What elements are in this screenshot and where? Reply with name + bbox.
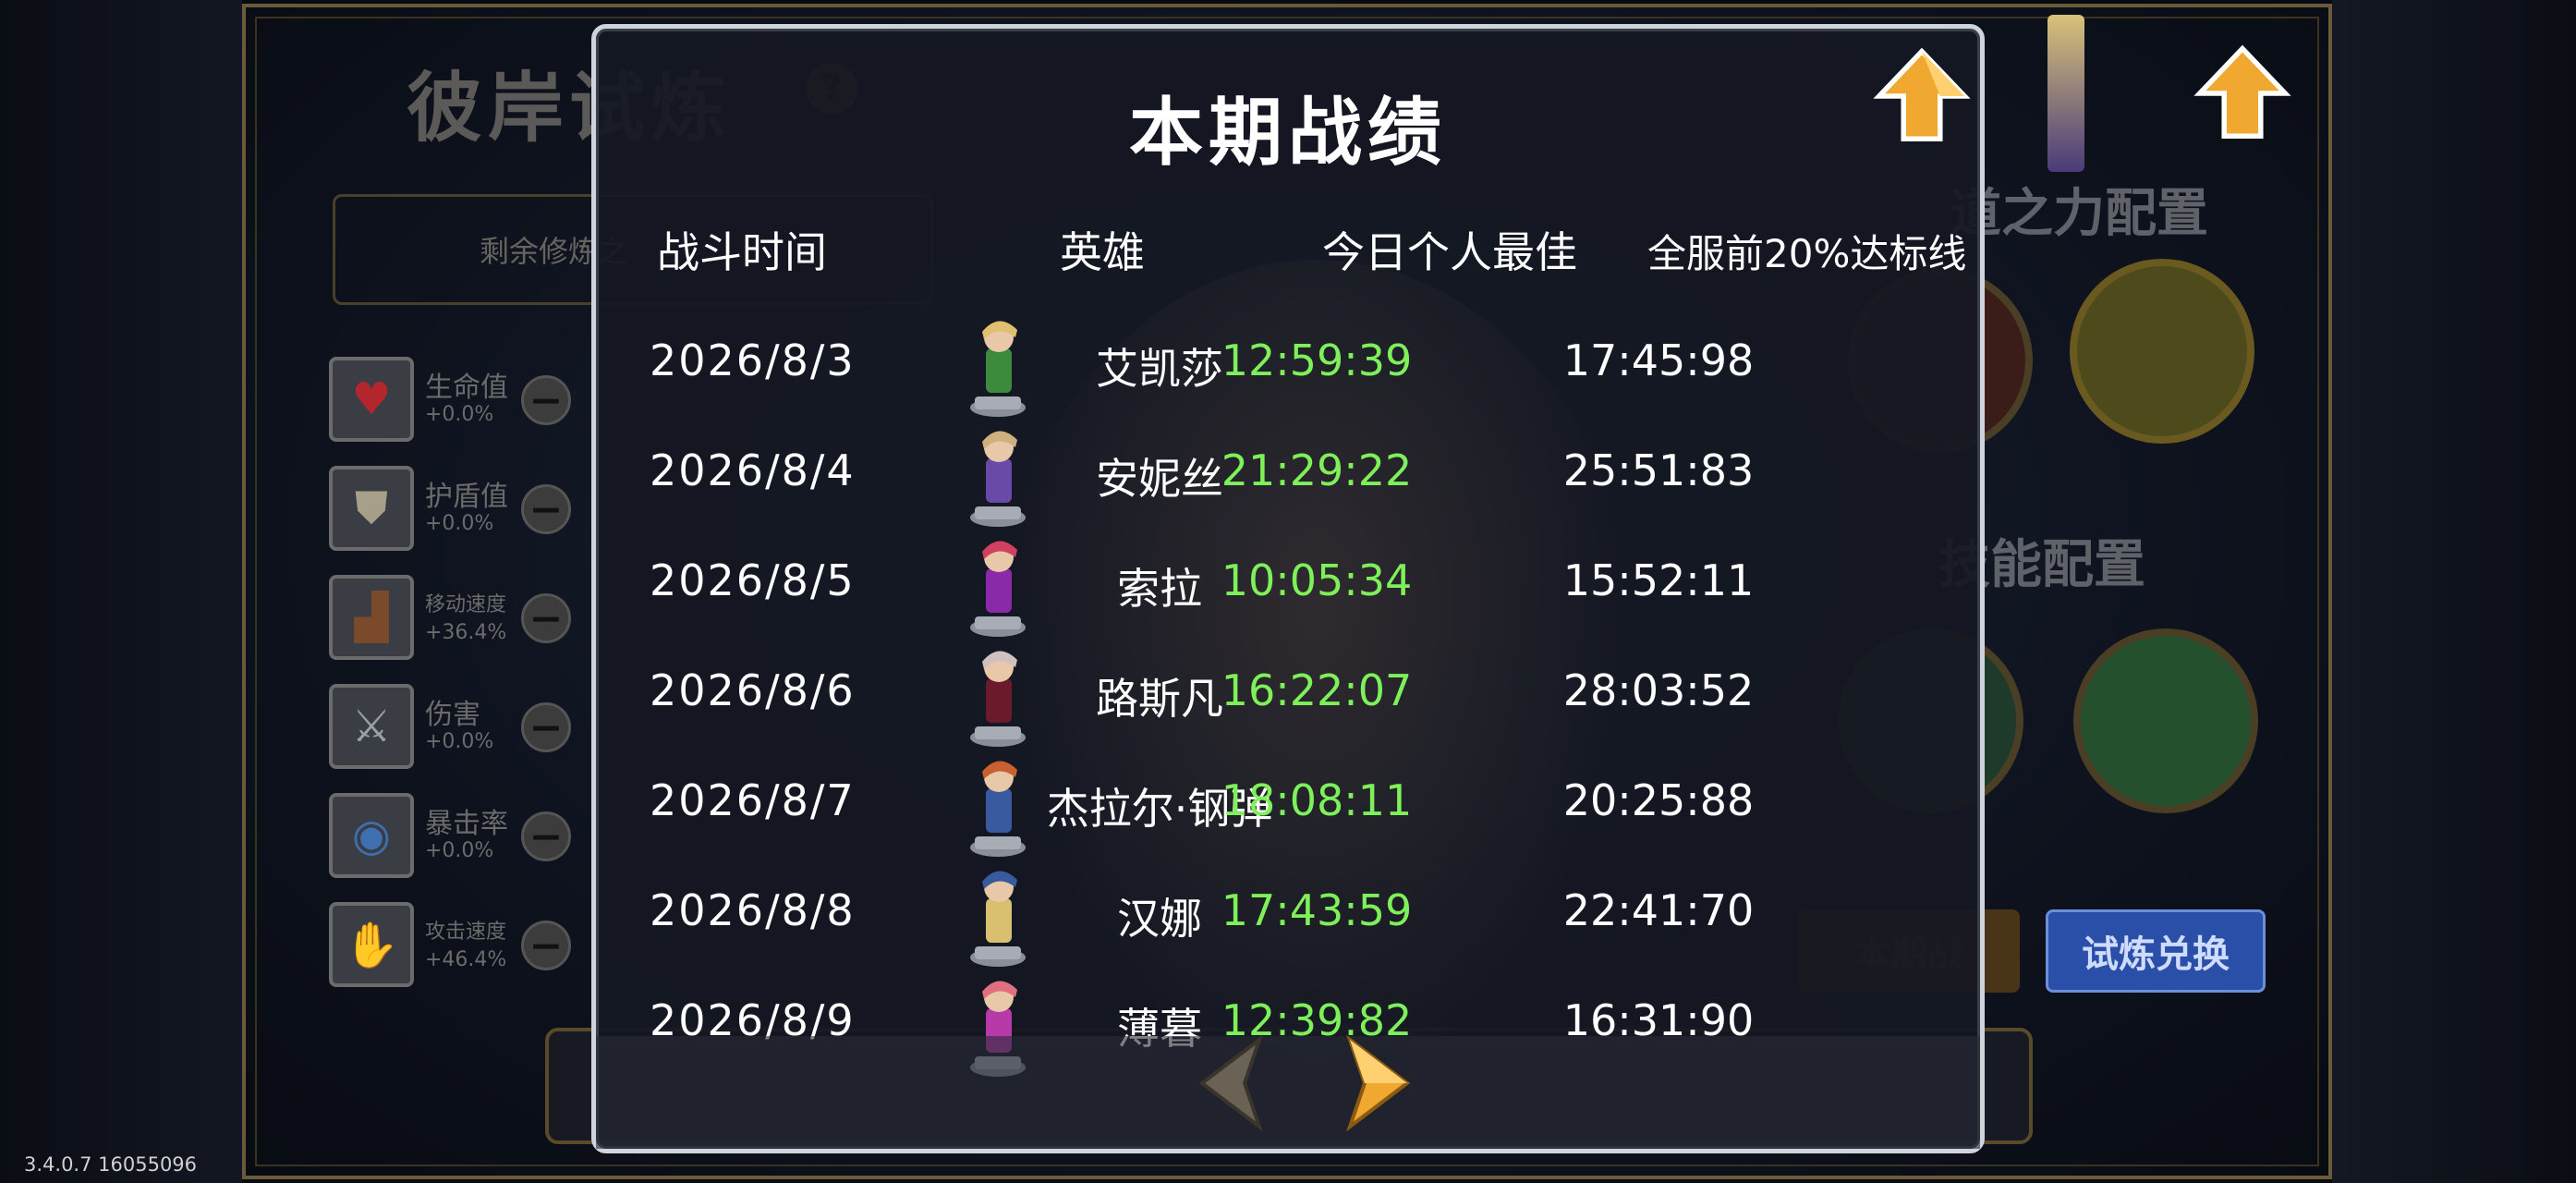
table-row: 2026/8/4 安妮丝 21:29:22 25:51:83 <box>596 421 1980 531</box>
stat-attack-speed: ✋ 攻击速度 +46.4% − <box>329 902 606 993</box>
stat-shield: ⛊ 护盾值 +0.0% − <box>329 466 606 556</box>
minus-crit-button[interactable]: − <box>521 811 571 861</box>
row-line-time: 15:52:11 <box>1562 555 1755 605</box>
row-line-time: 25:51:83 <box>1562 445 1755 495</box>
dialog-title: 本期战绩 <box>1129 90 1447 176</box>
upgrade-arrow-icon[interactable] <box>2192 43 2293 144</box>
stat-damage: ⚔ 伤害 +0.0% − <box>329 684 606 774</box>
eye-icon: ◉ <box>329 793 414 878</box>
skill-slot-right[interactable] <box>2073 628 2258 813</box>
row-date: 2026/8/6 <box>650 665 856 715</box>
minus-hp-button[interactable]: − <box>521 375 571 425</box>
row-best-time: 10:05:34 <box>1221 555 1413 605</box>
row-best-time: 12:59:39 <box>1221 335 1413 385</box>
row-best-time: 18:08:11 <box>1221 775 1413 825</box>
table-row: 2026/8/6 路斯凡 16:22:07 28:03:52 <box>596 641 1980 750</box>
period-record-dialog: 本期战绩 战斗时间 英雄 今日个人最佳 全服前20%达标线 2026/8/3 艾凯… <box>591 24 1985 1153</box>
power-slot-right[interactable] <box>2070 259 2254 444</box>
table-row: 2026/8/3 艾凯莎 12:59:39 17:45:98 <box>596 311 1980 421</box>
header-hero: 英雄 <box>1060 227 1145 277</box>
row-line-time: 28:03:52 <box>1562 665 1755 715</box>
glove-icon: ✋ <box>329 902 414 987</box>
table-row: 2026/8/7 杰拉尔·钢弹 18:08:11 20:25:88 <box>596 751 1980 860</box>
trial-exchange-button[interactable]: 试炼兑换 <box>2046 909 2266 993</box>
right-backdrop <box>2332 0 2576 1183</box>
row-line-time: 20:25:88 <box>1562 775 1755 825</box>
table-row: 2026/8/5 索拉 10:05:34 15:52:11 <box>596 531 1980 640</box>
row-date: 2026/8/3 <box>650 335 856 385</box>
sword-banner-icon <box>2047 15 2084 172</box>
sword-icon: ⚔ <box>329 684 414 769</box>
power-config-title: 道之力配置 <box>1950 184 2208 244</box>
header-best: 今日个人最佳 <box>1322 227 1577 277</box>
minus-shield-button[interactable]: − <box>521 484 571 534</box>
stat-hp: ♥ 生命值 +0.0% − <box>329 357 606 447</box>
minus-damage-button[interactable]: − <box>521 702 571 752</box>
prev-page-icon[interactable] <box>1185 1032 1278 1134</box>
stat-speed: ▟ 移动速度 +36.4% − <box>329 575 606 665</box>
heart-icon: ♥ <box>329 357 414 442</box>
row-line-time: 22:41:70 <box>1562 885 1755 935</box>
row-date: 2026/8/4 <box>650 445 856 495</box>
boot-icon: ▟ <box>329 575 414 660</box>
next-page-icon[interactable] <box>1331 1032 1424 1134</box>
pager-bar <box>596 1036 1980 1149</box>
row-date: 2026/8/8 <box>650 885 856 935</box>
header-date: 战斗时间 <box>657 227 827 277</box>
stat-crit: ◉ 暴击率 +0.0% − <box>329 793 606 884</box>
row-line-time: 17:45:98 <box>1562 335 1755 385</box>
upgrade-arrow-icon[interactable] <box>1871 45 1973 147</box>
row-best-time: 17:43:59 <box>1221 885 1413 935</box>
left-backdrop <box>0 0 242 1183</box>
table-row: 2026/8/8 汉娜 17:43:59 22:41:70 <box>596 861 1980 970</box>
shield-icon: ⛊ <box>329 466 414 551</box>
row-date: 2026/8/5 <box>650 555 856 605</box>
minus-attack-speed-button[interactable]: − <box>521 921 571 970</box>
row-best-time: 21:29:22 <box>1221 445 1413 495</box>
minus-speed-button[interactable]: − <box>521 593 571 643</box>
header-line: 全服前20%达标线 <box>1647 231 1967 276</box>
version-label: 3.4.0.7 16055096 <box>24 1153 198 1176</box>
row-date: 2026/8/7 <box>650 775 856 825</box>
row-best-time: 16:22:07 <box>1221 665 1413 715</box>
